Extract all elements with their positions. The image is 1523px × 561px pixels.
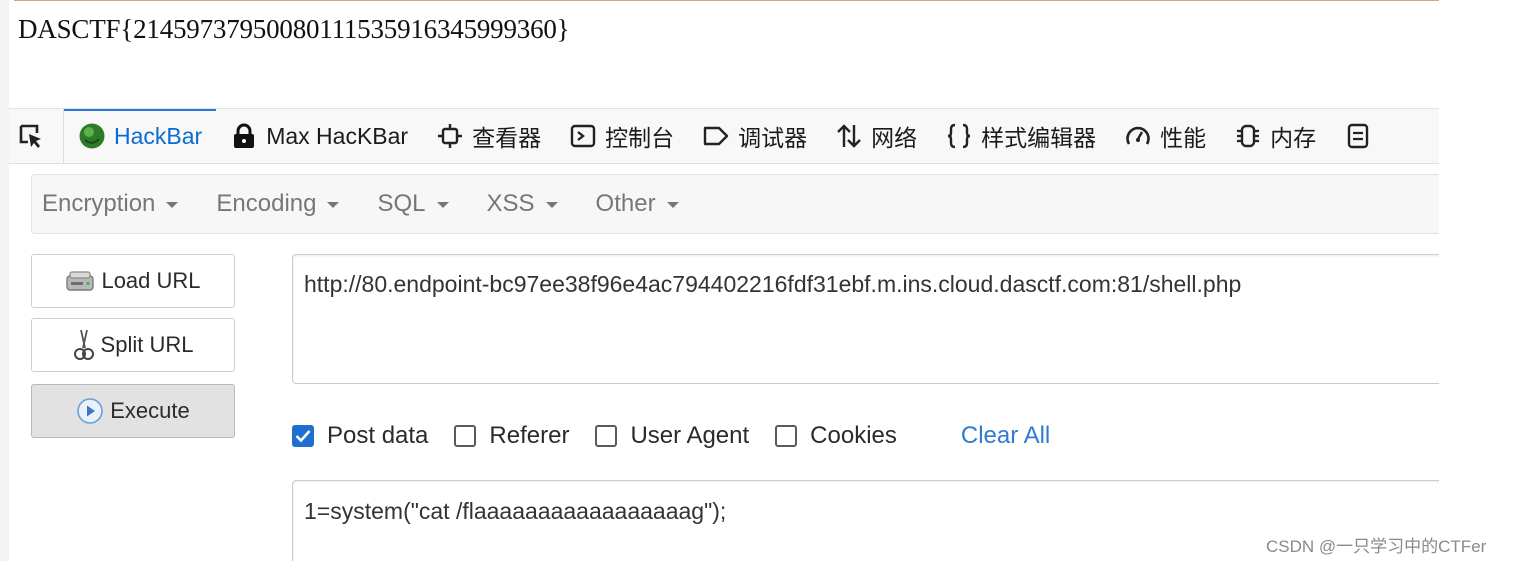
right-blank-area [1439, 100, 1523, 561]
tab-debugger-label: 调试器 [738, 125, 808, 151]
tab-hackbar[interactable]: HackBar [64, 109, 217, 163]
menu-sql-label: SQL [377, 190, 426, 217]
network-arrows-icon [835, 122, 863, 150]
tab-console-label: 控制台 [605, 125, 675, 151]
post-data-option[interactable]: Post data [292, 422, 428, 450]
menu-xss-label: XSS [486, 190, 535, 217]
chevron-down-icon [436, 202, 449, 208]
menu-sql[interactable]: SQL [377, 190, 449, 218]
storage-icon [1344, 122, 1372, 150]
tab-max-hackbar-label: Max HacKBar [266, 122, 409, 149]
top-divider [14, 0, 1439, 1]
tab-inspector-label: 查看器 [472, 125, 542, 151]
devtools-tabbar: HackBar Max HacKBar 查看器 控制台 调试器 网络 样式编辑器… [9, 108, 1439, 164]
request-options: Post data Referer User Agent Cookies Cle… [292, 416, 1050, 456]
hackbar-menubar: Encryption Encoding SQL XSS Other [31, 174, 1451, 234]
left-margin-strip [0, 0, 9, 561]
user-agent-checkbox[interactable] [595, 425, 618, 447]
page-root: DASCTF{21459737950080111535916345999360} [0, 0, 1523, 561]
cookies-label: Cookies [810, 422, 897, 449]
tab-debugger[interactable]: 调试器 [688, 109, 821, 163]
menu-encryption-label: Encryption [42, 190, 156, 217]
disk-drive-icon [65, 268, 95, 294]
tab-storage[interactable] [1330, 109, 1394, 163]
checkmark-icon [295, 430, 311, 443]
chevron-down-icon [327, 202, 340, 208]
referer-label: Referer [489, 422, 570, 449]
load-url-button[interactable]: Load URL [31, 254, 235, 308]
tab-performance-label: 性能 [1160, 125, 1207, 151]
scissors-icon [73, 328, 95, 362]
execute-button[interactable]: Execute [31, 384, 235, 438]
cookies-checkbox[interactable] [775, 425, 798, 447]
user-agent-option[interactable]: User Agent [595, 422, 749, 450]
referer-checkbox[interactable] [454, 425, 477, 447]
tab-performance[interactable]: 性能 [1110, 109, 1220, 163]
load-url-label: Load URL [101, 268, 201, 293]
tab-hackbar-label: HackBar [114, 122, 203, 149]
clear-all-link[interactable]: Clear All [961, 422, 1050, 450]
cookies-option[interactable]: Cookies [775, 422, 897, 450]
debugger-icon [702, 122, 730, 150]
play-circle-icon [76, 397, 104, 425]
inspector-icon [436, 122, 464, 150]
tab-network[interactable]: 网络 [821, 109, 931, 163]
post-data-checkbox[interactable] [292, 425, 314, 447]
chevron-down-icon [545, 202, 558, 208]
url-textarea[interactable]: http://80.endpoint-bc97ee38f96e4ac794402… [292, 254, 1452, 384]
chevron-down-icon [166, 202, 179, 208]
split-url-button[interactable]: Split URL [31, 318, 235, 372]
element-picker-button[interactable] [9, 109, 64, 163]
tab-memory-label: 内存 [1270, 125, 1317, 151]
lock-icon [230, 122, 258, 150]
post-data-label: Post data [327, 422, 429, 449]
chevron-down-icon [666, 202, 679, 208]
element-picker-icon [17, 122, 45, 150]
menu-xss[interactable]: XSS [487, 190, 558, 218]
tab-max-hackbar[interactable]: Max HacKBar [216, 109, 422, 163]
flag-output: DASCTF{21459737950080111535916345999360} [18, 14, 570, 44]
menu-encoding[interactable]: Encoding [216, 190, 340, 218]
tab-style-editor[interactable]: 样式编辑器 [931, 109, 1110, 163]
tab-inspector[interactable]: 查看器 [422, 109, 555, 163]
menu-encryption[interactable]: Encryption [42, 190, 179, 218]
hackbar-logo-icon [78, 122, 106, 150]
console-icon [569, 122, 597, 150]
tab-memory[interactable]: 内存 [1220, 109, 1330, 163]
tab-console[interactable]: 控制台 [555, 109, 688, 163]
referer-option[interactable]: Referer [454, 422, 569, 450]
tab-style-editor-label: 样式编辑器 [981, 125, 1097, 151]
gauge-icon [1124, 122, 1152, 150]
braces-icon [945, 122, 973, 150]
split-url-label: Split URL [100, 332, 194, 357]
tab-network-label: 网络 [871, 125, 918, 151]
menu-other[interactable]: Other [596, 190, 679, 218]
menu-encoding-label: Encoding [216, 190, 317, 217]
user-agent-label: User Agent [630, 422, 750, 449]
execute-label: Execute [110, 398, 190, 423]
menu-other-label: Other [595, 190, 656, 217]
csdn-watermark: CSDN @一只学习中的CTFer [1266, 537, 1487, 556]
memory-chip-icon [1234, 122, 1262, 150]
